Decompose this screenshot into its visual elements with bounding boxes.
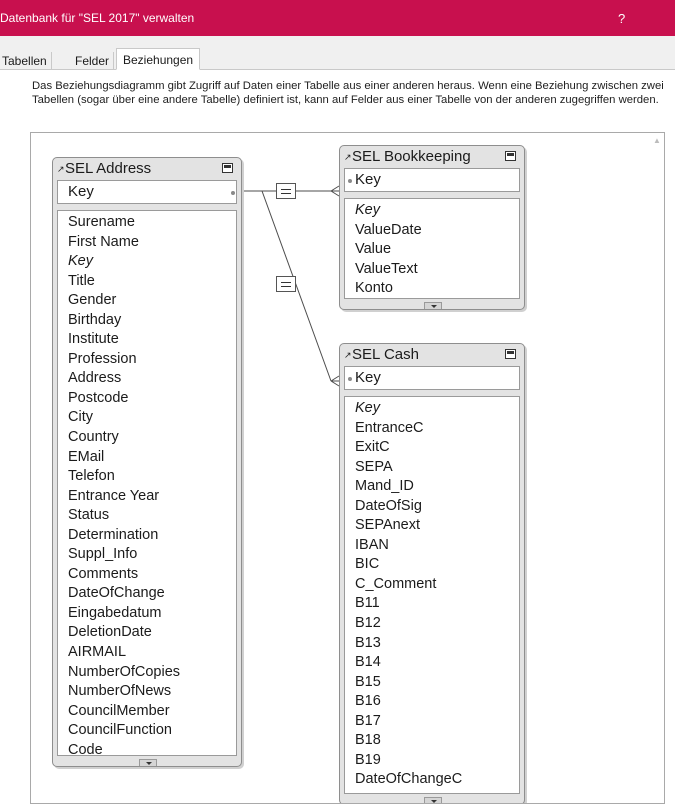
field-item[interactable]: Title — [68, 272, 236, 292]
crowfoot-cash — [330, 375, 340, 387]
field-item[interactable]: ExitC — [355, 438, 519, 458]
field-item[interactable]: B17 — [355, 712, 519, 732]
field-item[interactable]: DeletionDate — [68, 623, 236, 643]
field-item[interactable]: B13 — [355, 634, 519, 654]
field-item[interactable]: AIRMAIL — [68, 643, 236, 663]
field-item[interactable]: SEPAnext — [355, 516, 519, 536]
field-item[interactable]: SEPA — [355, 458, 519, 478]
field-item[interactable]: First Name — [68, 233, 236, 253]
table-scroll-down-icon[interactable] — [139, 759, 157, 766]
field-item[interactable]: C_Comment — [355, 575, 519, 595]
field-item[interactable]: Telefon — [68, 467, 236, 487]
key-dot-icon — [231, 191, 235, 195]
field-item[interactable]: B16 — [355, 692, 519, 712]
field-item[interactable]: City — [68, 408, 236, 428]
field-item[interactable]: NumberOfNews — [68, 682, 236, 702]
field-item[interactable]: B12 — [355, 614, 519, 634]
field-item[interactable]: ValueDate — [355, 221, 519, 241]
relationships-panel: Das Beziehungsdiagramm gibt Zugriff auf … — [0, 70, 675, 804]
table-header[interactable]: ↗ SEL Cash — [340, 344, 524, 366]
field-item[interactable]: Institute — [68, 330, 236, 350]
table-arrow-icon: ↗ — [344, 152, 352, 162]
key-dot-icon — [348, 377, 352, 381]
field-item[interactable]: BIC — [355, 555, 519, 575]
relationship-equals-icon-cash[interactable] — [276, 276, 296, 292]
table-arrow-icon: ↗ — [57, 164, 65, 174]
field-item[interactable]: Key — [68, 252, 236, 272]
field-item[interactable]: DateOfChangeC — [355, 770, 519, 790]
key-field-label: Key — [355, 369, 381, 386]
field-item[interactable]: Code — [68, 741, 236, 761]
field-item[interactable]: ValueText — [355, 260, 519, 280]
collapse-table-icon[interactable] — [505, 349, 516, 359]
table-header[interactable]: ↗ SEL Bookkeeping — [340, 146, 524, 168]
field-item[interactable]: Postcode — [68, 389, 236, 409]
key-dot-icon — [348, 179, 352, 183]
window-titlebar: Datenbank für "SEL 2017" verwalten ? — [0, 0, 675, 36]
field-item[interactable]: CouncilMember — [68, 702, 236, 722]
field-item[interactable]: Country — [68, 428, 236, 448]
field-item[interactable]: Key — [355, 201, 519, 221]
key-field-box[interactable]: Key — [344, 168, 520, 192]
table-scroll-down-icon[interactable] — [424, 797, 442, 803]
field-item[interactable]: Konto — [355, 279, 519, 299]
field-item[interactable]: DateOfChange — [68, 584, 236, 604]
relationship-equals-icon-bookkeeping[interactable] — [276, 183, 296, 199]
table-occurrence-sel-address[interactable]: ↗ SEL Address Key Surename First Name Ke… — [52, 157, 242, 767]
table-occurrence-sel-bookkeeping[interactable]: ↗ SEL Bookkeeping Key Key ValueDate Valu… — [339, 145, 525, 310]
key-field-box[interactable]: Key — [344, 366, 520, 390]
field-item[interactable]: Key — [355, 399, 519, 419]
field-list[interactable]: Key ValueDate Value ValueText Konto — [344, 198, 520, 299]
field-item[interactable]: B18 — [355, 731, 519, 751]
key-field-label: Key — [355, 171, 381, 188]
field-list[interactable]: Surename First Name Key Title Gender Bir… — [57, 210, 237, 758]
field-item[interactable]: B15 — [355, 673, 519, 693]
key-field-box[interactable]: Key — [57, 180, 237, 204]
field-item[interactable]: IBAN — [355, 536, 519, 556]
relationships-description: Das Beziehungsdiagramm gibt Zugriff auf … — [32, 80, 664, 106]
field-item[interactable]: Eingabedatum — [68, 604, 236, 624]
crowfoot-bookkeeping — [330, 185, 340, 197]
field-item[interactable]: B14 — [355, 653, 519, 673]
field-item[interactable]: Status — [68, 506, 236, 526]
tab-bar: Tabellen Felder Beziehungen — [0, 36, 675, 70]
table-arrow-icon: ↗ — [344, 350, 352, 360]
help-icon[interactable]: ? — [618, 11, 625, 26]
field-item[interactable]: EntranceC — [355, 419, 519, 439]
field-item[interactable]: Value — [355, 240, 519, 260]
field-item[interactable]: Birthday — [68, 311, 236, 331]
table-name: SEL Address — [65, 160, 152, 177]
relationship-diagram[interactable]: ▲ ↗ SEL Address Key Surename First Name — [30, 132, 665, 804]
tab-beziehungen[interactable]: Beziehungen — [116, 48, 201, 70]
table-name: SEL Cash — [352, 346, 419, 363]
field-item[interactable]: Entrance Year — [68, 487, 236, 507]
key-field-label: Key — [68, 183, 94, 200]
field-item[interactable]: Surename — [68, 213, 236, 233]
field-item[interactable]: NumberOfCopies — [68, 663, 236, 683]
field-item[interactable]: DateOfSig — [355, 497, 519, 517]
field-item[interactable]: Address — [68, 369, 236, 389]
field-item[interactable]: Mand_ID — [355, 477, 519, 497]
field-item[interactable]: Suppl_Info — [68, 545, 236, 565]
field-item[interactable]: CouncilFunction — [68, 721, 236, 741]
field-item[interactable]: Gender — [68, 291, 236, 311]
collapse-table-icon[interactable] — [222, 163, 233, 173]
table-occurrence-sel-cash[interactable]: ↗ SEL Cash Key Key EntranceC ExitC SEPA … — [339, 343, 525, 803]
field-item[interactable]: Profession — [68, 350, 236, 370]
table-header[interactable]: ↗ SEL Address — [53, 158, 241, 180]
table-name: SEL Bookkeeping — [352, 148, 471, 165]
field-item[interactable]: Determination — [68, 526, 236, 546]
window-title: Datenbank für "SEL 2017" verwalten — [0, 11, 195, 25]
collapse-table-icon[interactable] — [505, 151, 516, 161]
table-scroll-down-icon[interactable] — [424, 302, 442, 309]
tab-tabellen[interactable]: Tabellen — [0, 52, 52, 70]
field-list[interactable]: Key EntranceC ExitC SEPA Mand_ID DateOfS… — [344, 396, 520, 794]
field-item[interactable]: B19 — [355, 751, 519, 771]
field-item[interactable]: B11 — [355, 594, 519, 614]
tab-felder[interactable]: Felder — [71, 52, 115, 70]
field-item[interactable]: Comments — [68, 565, 236, 585]
field-item[interactable]: EMail — [68, 448, 236, 468]
